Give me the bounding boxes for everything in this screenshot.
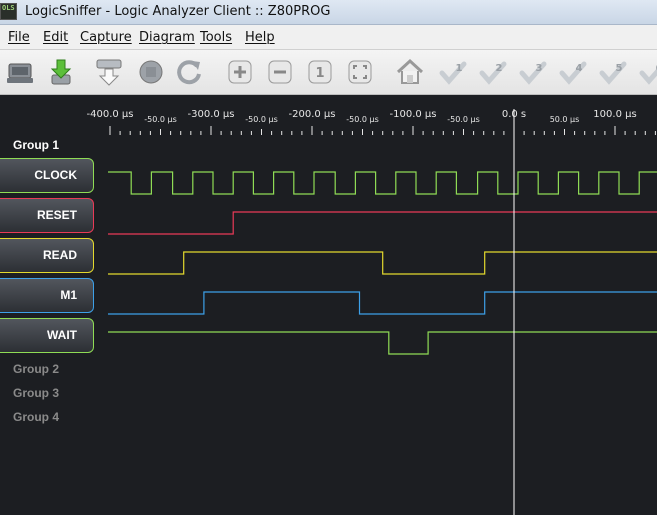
cursor-1-button[interactable]: 1 [439, 58, 467, 86]
home-button[interactable] [396, 58, 424, 86]
channel-label-clock[interactable]: CLOCK [0, 158, 94, 193]
cursor-5-button[interactable]: 5 [599, 58, 627, 86]
title-bar: OLS LogicSniffer - Logic Analyzer Client… [0, 0, 657, 25]
stop-icon [139, 60, 163, 84]
menu-diagram[interactable]: Diagram [139, 30, 195, 45]
zoom-out-icon [268, 60, 292, 84]
cursor-2-icon: 2 [479, 61, 507, 85]
cursor-4-icon: 4 [559, 61, 587, 85]
menu-edit[interactable]: Edit [43, 30, 68, 45]
zoom-original-icon: 1 [308, 60, 332, 84]
toolbar: 1 1 2 3 4 5 6 [0, 50, 657, 95]
cursor-number: 3 [536, 63, 543, 74]
zoom-original-label: 1 [315, 66, 324, 81]
download-button[interactable] [47, 58, 75, 86]
time-label-major: -400.0 µs [87, 109, 134, 120]
group-label-1[interactable]: Group 1 [13, 138, 59, 152]
zoom-in-button[interactable] [226, 58, 254, 86]
time-label-major: 100.0 µs [593, 109, 636, 120]
home-icon [396, 58, 424, 84]
cursor-number: 2 [496, 63, 503, 74]
waveform-reset [108, 211, 657, 235]
waveform-wait [108, 331, 657, 355]
menu-tools[interactable]: Tools [200, 30, 232, 45]
app-icon: OLS [0, 3, 17, 20]
cursor-number: 1 [456, 63, 463, 74]
channel-label-read[interactable]: READ [0, 238, 94, 273]
time-label-major: -200.0 µs [289, 109, 336, 120]
time-label-major: -100.0 µs [390, 109, 437, 120]
waveform-m1 [108, 291, 657, 315]
menu-help[interactable]: Help [245, 30, 275, 45]
stop-button[interactable] [137, 58, 165, 86]
zoom-original-button[interactable]: 1 [306, 58, 334, 86]
cursor-number: 5 [616, 63, 623, 74]
refresh-button[interactable] [176, 58, 204, 86]
menu-file[interactable]: File [8, 30, 30, 45]
cursor-1-icon: 1 [439, 61, 467, 85]
window-title: LogicSniffer - Logic Analyzer Client :: … [25, 4, 331, 19]
time-label-minor: -50.0 µs [245, 115, 278, 124]
waveform-clock [108, 171, 657, 195]
cursor-6-icon: 6 [639, 63, 657, 85]
cursor-2-button[interactable]: 2 [479, 58, 507, 86]
cursor-5-icon: 5 [599, 61, 627, 85]
group-label-4[interactable]: Group 4 [13, 410, 59, 424]
app-icon-text: OLS [2, 4, 15, 12]
waveform-area[interactable]: -400.0 µs -300.0 µs -200.0 µs -100.0 µs 0.0 … [0, 95, 657, 515]
waveform-read [108, 251, 657, 275]
channel-label-m1[interactable]: M1 [0, 278, 94, 313]
time-label-minor: -50.0 µs [346, 115, 379, 124]
cursor-number: 4 [576, 63, 583, 74]
repeat-capture-button[interactable] [95, 58, 123, 86]
time-label-major: -300.0 µs [188, 109, 235, 120]
menu-bar: File Edit Capture Diagram Tools Help [0, 25, 657, 50]
signal-display[interactable]: -400.0 µs -300.0 µs -200.0 µs -100.0 µs 0.0 … [0, 95, 657, 515]
group-label-3[interactable]: Group 3 [13, 386, 59, 400]
zoom-in-icon [228, 60, 252, 84]
time-label-minor: 50.0 µs [550, 115, 580, 124]
group-label-2[interactable]: Group 2 [13, 362, 59, 376]
time-label-minor: -50.0 µs [447, 115, 480, 124]
channel-label-reset[interactable]: RESET [0, 198, 94, 233]
repeat-capture-icon [96, 59, 122, 86]
menu-capture[interactable]: Capture [80, 30, 132, 45]
refresh-icon [177, 60, 201, 85]
time-label-minor: -50.0 µs [144, 115, 177, 124]
capture-button[interactable] [6, 58, 34, 86]
download-icon [50, 59, 72, 85]
capture-icon [7, 63, 33, 83]
cursor-3-icon: 3 [519, 61, 547, 85]
cursor-4-button[interactable]: 4 [559, 58, 587, 86]
channel-label-wait[interactable]: WAIT [0, 318, 94, 353]
zoom-out-button[interactable] [266, 58, 294, 86]
zoom-fit-icon [348, 60, 372, 84]
cursor-3-button[interactable]: 3 [519, 58, 547, 86]
zoom-fit-button[interactable] [346, 58, 374, 86]
cursor-6-button[interactable]: 6 [639, 58, 657, 86]
